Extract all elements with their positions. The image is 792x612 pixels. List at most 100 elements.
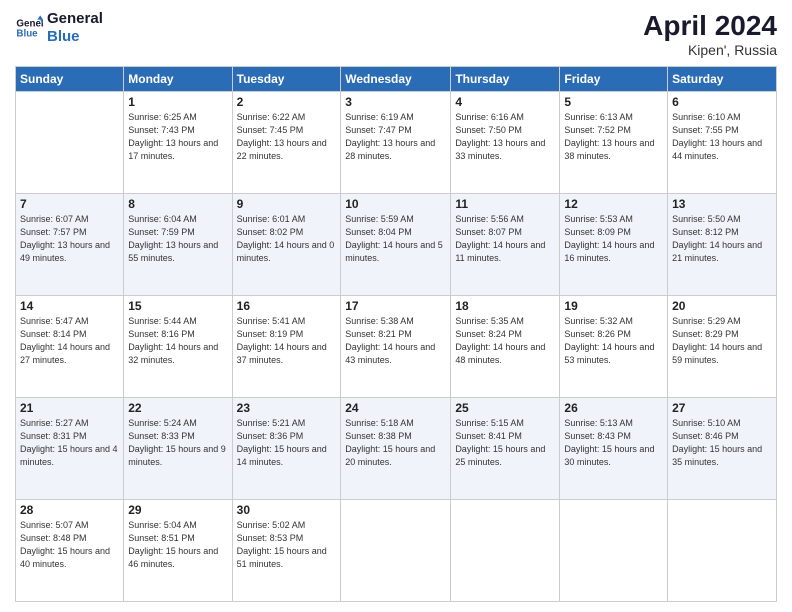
day-info: Sunrise: 6:13 AMSunset: 7:52 PMDaylight:… bbox=[564, 111, 663, 163]
day-info: Sunrise: 5:53 AMSunset: 8:09 PMDaylight:… bbox=[564, 213, 663, 265]
logo-general: General bbox=[47, 10, 103, 28]
weekday-saturday: Saturday bbox=[668, 67, 777, 92]
day-number: 16 bbox=[237, 299, 337, 313]
day-number: 30 bbox=[237, 503, 337, 517]
day-number: 4 bbox=[455, 95, 555, 109]
day-cell: 21 Sunrise: 5:27 AMSunset: 8:31 PMDayligh… bbox=[16, 398, 124, 500]
day-info: Sunrise: 5:47 AMSunset: 8:14 PMDaylight:… bbox=[20, 315, 119, 367]
day-cell: 24 Sunrise: 5:18 AMSunset: 8:38 PMDayligh… bbox=[341, 398, 451, 500]
day-cell: 9Sunrise: 6:01 AMSunset: 8:02 PMDaylight… bbox=[232, 194, 341, 296]
day-number: 3 bbox=[345, 95, 446, 109]
day-cell bbox=[560, 500, 668, 602]
day-info: Sunrise: 5:04 AMSunset: 8:51 PMDaylight:… bbox=[128, 519, 227, 571]
day-cell: 30 Sunrise: 5:02 AMSunset: 8:53 PMDayligh… bbox=[232, 500, 341, 602]
day-info: Sunrise: 6:07 AMSunset: 7:57 PMDaylight:… bbox=[20, 213, 119, 265]
day-cell bbox=[341, 500, 451, 602]
day-cell: 20 Sunrise: 5:29 AMSunset: 8:29 PMDayligh… bbox=[668, 296, 777, 398]
day-info: Sunrise: 6:16 AMSunset: 7:50 PMDaylight:… bbox=[455, 111, 555, 163]
day-info: Sunrise: 5:50 AMSunset: 8:12 PMDaylight:… bbox=[672, 213, 772, 265]
day-info: Sunrise: 6:10 AMSunset: 7:55 PMDaylight:… bbox=[672, 111, 772, 163]
day-number: 23 bbox=[237, 401, 337, 415]
title-block: April 2024 Kipen', Russia bbox=[643, 10, 777, 58]
day-number: 19 bbox=[564, 299, 663, 313]
day-number: 22 bbox=[128, 401, 227, 415]
day-number: 18 bbox=[455, 299, 555, 313]
day-cell: 22 Sunrise: 5:24 AMSunset: 8:33 PMDayligh… bbox=[124, 398, 232, 500]
day-number: 1 bbox=[128, 95, 227, 109]
day-info: Sunrise: 5:44 AMSunset: 8:16 PMDaylight:… bbox=[128, 315, 227, 367]
day-cell: 8Sunrise: 6:04 AMSunset: 7:59 PMDaylight… bbox=[124, 194, 232, 296]
day-cell: 13Sunrise: 5:50 AMSunset: 8:12 PMDayligh… bbox=[668, 194, 777, 296]
day-number: 21 bbox=[20, 401, 119, 415]
week-row-4: 21 Sunrise: 5:27 AMSunset: 8:31 PMDayligh… bbox=[16, 398, 777, 500]
header: General Blue General Blue April 2024 Kip… bbox=[15, 10, 777, 58]
day-cell bbox=[668, 500, 777, 602]
day-number: 7 bbox=[20, 197, 119, 211]
day-cell: 11Sunrise: 5:56 AMSunset: 8:07 PMDayligh… bbox=[451, 194, 560, 296]
day-number: 24 bbox=[345, 401, 446, 415]
day-number: 14 bbox=[20, 299, 119, 313]
weekday-monday: Monday bbox=[124, 67, 232, 92]
day-cell: 4 Sunrise: 6:16 AMSunset: 7:50 PMDaylight… bbox=[451, 92, 560, 194]
page: General Blue General Blue April 2024 Kip… bbox=[0, 0, 792, 612]
day-number: 20 bbox=[672, 299, 772, 313]
day-cell: 2 Sunrise: 6:22 AMSunset: 7:45 PMDaylight… bbox=[232, 92, 341, 194]
day-number: 2 bbox=[237, 95, 337, 109]
day-info: Sunrise: 5:02 AMSunset: 8:53 PMDaylight:… bbox=[237, 519, 337, 571]
week-row-5: 28 Sunrise: 5:07 AMSunset: 8:48 PMDayligh… bbox=[16, 500, 777, 602]
day-number: 9 bbox=[237, 197, 337, 211]
week-row-2: 7 Sunrise: 6:07 AMSunset: 7:57 PMDaylight… bbox=[16, 194, 777, 296]
weekday-friday: Friday bbox=[560, 67, 668, 92]
day-info: Sunrise: 5:18 AMSunset: 8:38 PMDaylight:… bbox=[345, 417, 446, 469]
day-number: 17 bbox=[345, 299, 446, 313]
day-info: Sunrise: 5:10 AMSunset: 8:46 PMDaylight:… bbox=[672, 417, 772, 469]
day-info: Sunrise: 5:21 AMSunset: 8:36 PMDaylight:… bbox=[237, 417, 337, 469]
svg-text:Blue: Blue bbox=[16, 28, 38, 39]
day-cell: 15Sunrise: 5:44 AMSunset: 8:16 PMDayligh… bbox=[124, 296, 232, 398]
day-number: 26 bbox=[564, 401, 663, 415]
day-cell: 10Sunrise: 5:59 AMSunset: 8:04 PMDayligh… bbox=[341, 194, 451, 296]
day-number: 5 bbox=[564, 95, 663, 109]
day-cell: 1 Sunrise: 6:25 AMSunset: 7:43 PMDaylight… bbox=[124, 92, 232, 194]
day-cell: 7 Sunrise: 6:07 AMSunset: 7:57 PMDaylight… bbox=[16, 194, 124, 296]
weekday-thursday: Thursday bbox=[451, 67, 560, 92]
weekday-tuesday: Tuesday bbox=[232, 67, 341, 92]
day-info: Sunrise: 5:27 AMSunset: 8:31 PMDaylight:… bbox=[20, 417, 119, 469]
day-cell: 5 Sunrise: 6:13 AMSunset: 7:52 PMDaylight… bbox=[560, 92, 668, 194]
day-info: Sunrise: 5:59 AMSunset: 8:04 PMDaylight:… bbox=[345, 213, 446, 265]
day-cell: 23 Sunrise: 5:21 AMSunset: 8:36 PMDayligh… bbox=[232, 398, 341, 500]
day-info: Sunrise: 6:19 AMSunset: 7:47 PMDaylight:… bbox=[345, 111, 446, 163]
day-cell: 18Sunrise: 5:35 AMSunset: 8:24 PMDayligh… bbox=[451, 296, 560, 398]
day-cell: 12Sunrise: 5:53 AMSunset: 8:09 PMDayligh… bbox=[560, 194, 668, 296]
day-info: Sunrise: 6:04 AMSunset: 7:59 PMDaylight:… bbox=[128, 213, 227, 265]
day-number: 11 bbox=[455, 197, 555, 211]
day-info: Sunrise: 5:13 AMSunset: 8:43 PMDaylight:… bbox=[564, 417, 663, 469]
day-number: 29 bbox=[128, 503, 227, 517]
day-cell: 14 Sunrise: 5:47 AMSunset: 8:14 PMDayligh… bbox=[16, 296, 124, 398]
day-cell: 29 Sunrise: 5:04 AMSunset: 8:51 PMDayligh… bbox=[124, 500, 232, 602]
day-info: Sunrise: 5:38 AMSunset: 8:21 PMDaylight:… bbox=[345, 315, 446, 367]
day-number: 28 bbox=[20, 503, 119, 517]
day-number: 25 bbox=[455, 401, 555, 415]
day-cell: 6 Sunrise: 6:10 AMSunset: 7:55 PMDaylight… bbox=[668, 92, 777, 194]
day-number: 6 bbox=[672, 95, 772, 109]
week-row-1: 1 Sunrise: 6:25 AMSunset: 7:43 PMDaylight… bbox=[16, 92, 777, 194]
day-cell: 16Sunrise: 5:41 AMSunset: 8:19 PMDayligh… bbox=[232, 296, 341, 398]
day-cell: 25 Sunrise: 5:15 AMSunset: 8:41 PMDayligh… bbox=[451, 398, 560, 500]
day-cell: 28 Sunrise: 5:07 AMSunset: 8:48 PMDayligh… bbox=[16, 500, 124, 602]
day-cell: 27Sunrise: 5:10 AMSunset: 8:46 PMDayligh… bbox=[668, 398, 777, 500]
month-title: April 2024 bbox=[643, 10, 777, 42]
day-info: Sunrise: 5:29 AMSunset: 8:29 PMDaylight:… bbox=[672, 315, 772, 367]
day-info: Sunrise: 6:25 AMSunset: 7:43 PMDaylight:… bbox=[128, 111, 227, 163]
day-cell: 19Sunrise: 5:32 AMSunset: 8:26 PMDayligh… bbox=[560, 296, 668, 398]
day-info: Sunrise: 6:22 AMSunset: 7:45 PMDaylight:… bbox=[237, 111, 337, 163]
day-info: Sunrise: 5:07 AMSunset: 8:48 PMDaylight:… bbox=[20, 519, 119, 571]
day-info: Sunrise: 5:24 AMSunset: 8:33 PMDaylight:… bbox=[128, 417, 227, 469]
logo-blue: Blue bbox=[47, 28, 103, 46]
week-row-3: 14 Sunrise: 5:47 AMSunset: 8:14 PMDayligh… bbox=[16, 296, 777, 398]
logo-icon: General Blue bbox=[15, 14, 43, 42]
day-cell: 17 Sunrise: 5:38 AMSunset: 8:21 PMDayligh… bbox=[341, 296, 451, 398]
day-info: Sunrise: 5:15 AMSunset: 8:41 PMDaylight:… bbox=[455, 417, 555, 469]
logo: General Blue General Blue bbox=[15, 10, 103, 46]
day-cell: 3 Sunrise: 6:19 AMSunset: 7:47 PMDaylight… bbox=[341, 92, 451, 194]
